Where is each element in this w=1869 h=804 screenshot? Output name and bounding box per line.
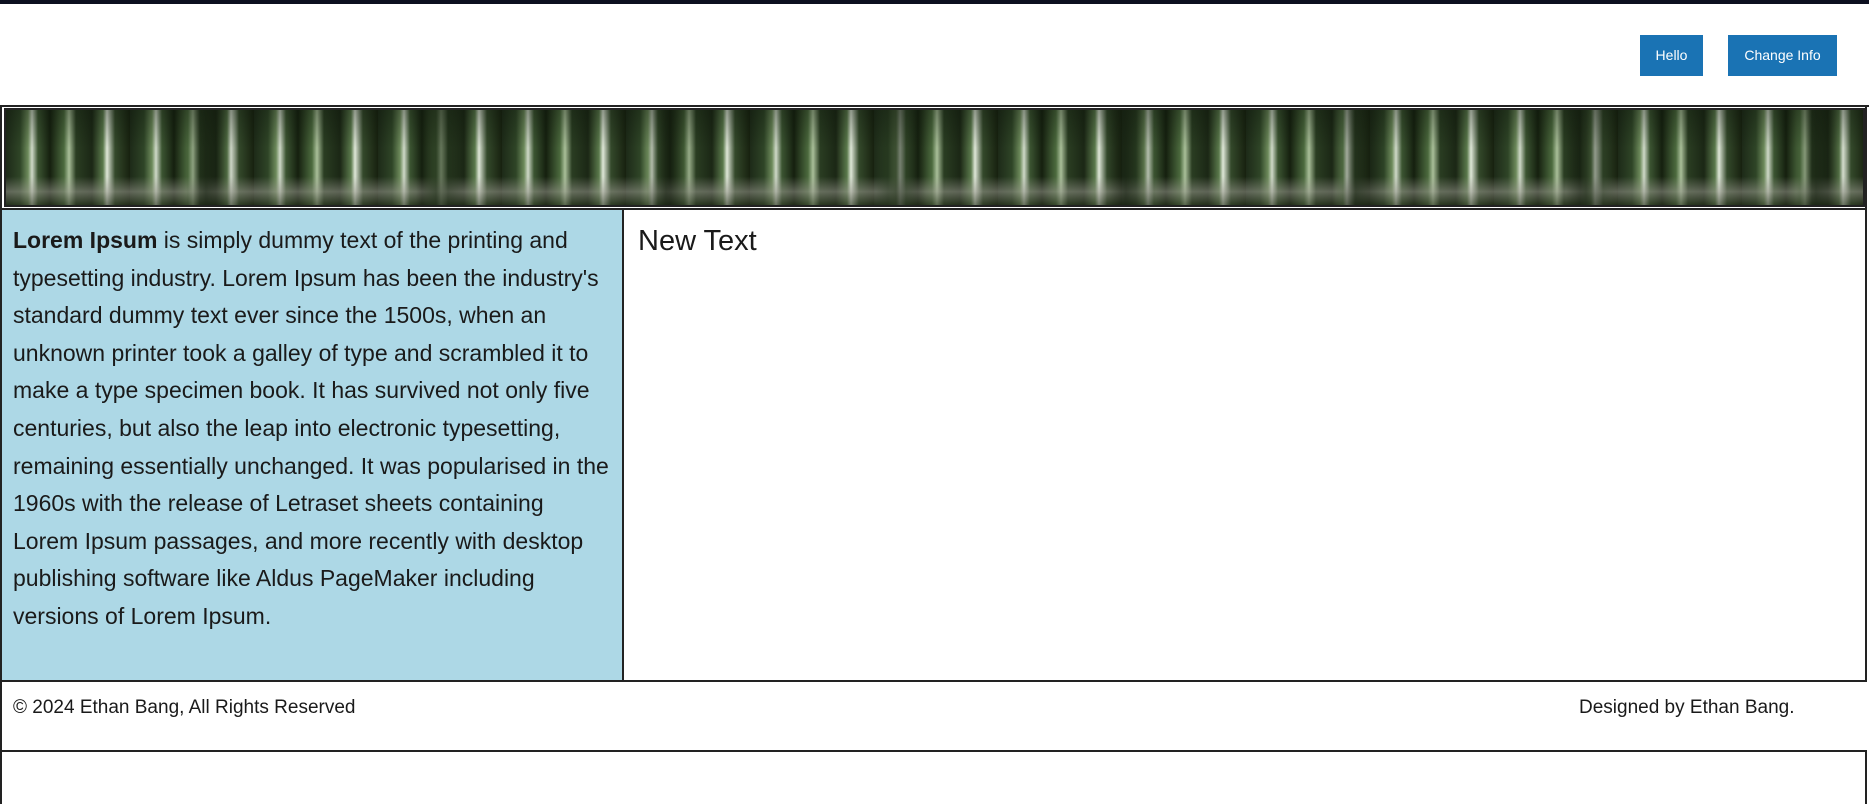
- sidebar-text: is simply dummy text of the printing and…: [13, 227, 609, 629]
- copyright-text: © 2024 Ethan Bang, All Rights Reserved: [13, 697, 356, 718]
- site-footer: © 2024 Ethan Bang, All Rights Reserved D…: [2, 682, 1867, 752]
- content-area: New Text: [624, 210, 1865, 680]
- hello-button[interactable]: Hello: [1640, 35, 1703, 76]
- change-info-button[interactable]: Change Info: [1728, 35, 1837, 76]
- site-header: Hello Change Info: [0, 4, 1869, 107]
- designer-credit: Designed by Ethan Bang.: [1579, 697, 1795, 718]
- content-heading: New Text: [638, 225, 757, 257]
- forest-banner-image: [4, 108, 1865, 207]
- main-section: Lorem Ipsum is simply dummy text of the …: [2, 208, 1867, 682]
- sidebar: Lorem Ipsum is simply dummy text of the …: [2, 210, 624, 680]
- sidebar-lead: Lorem Ipsum: [13, 227, 158, 253]
- sidebar-paragraph: Lorem Ipsum is simply dummy text of the …: [13, 222, 612, 636]
